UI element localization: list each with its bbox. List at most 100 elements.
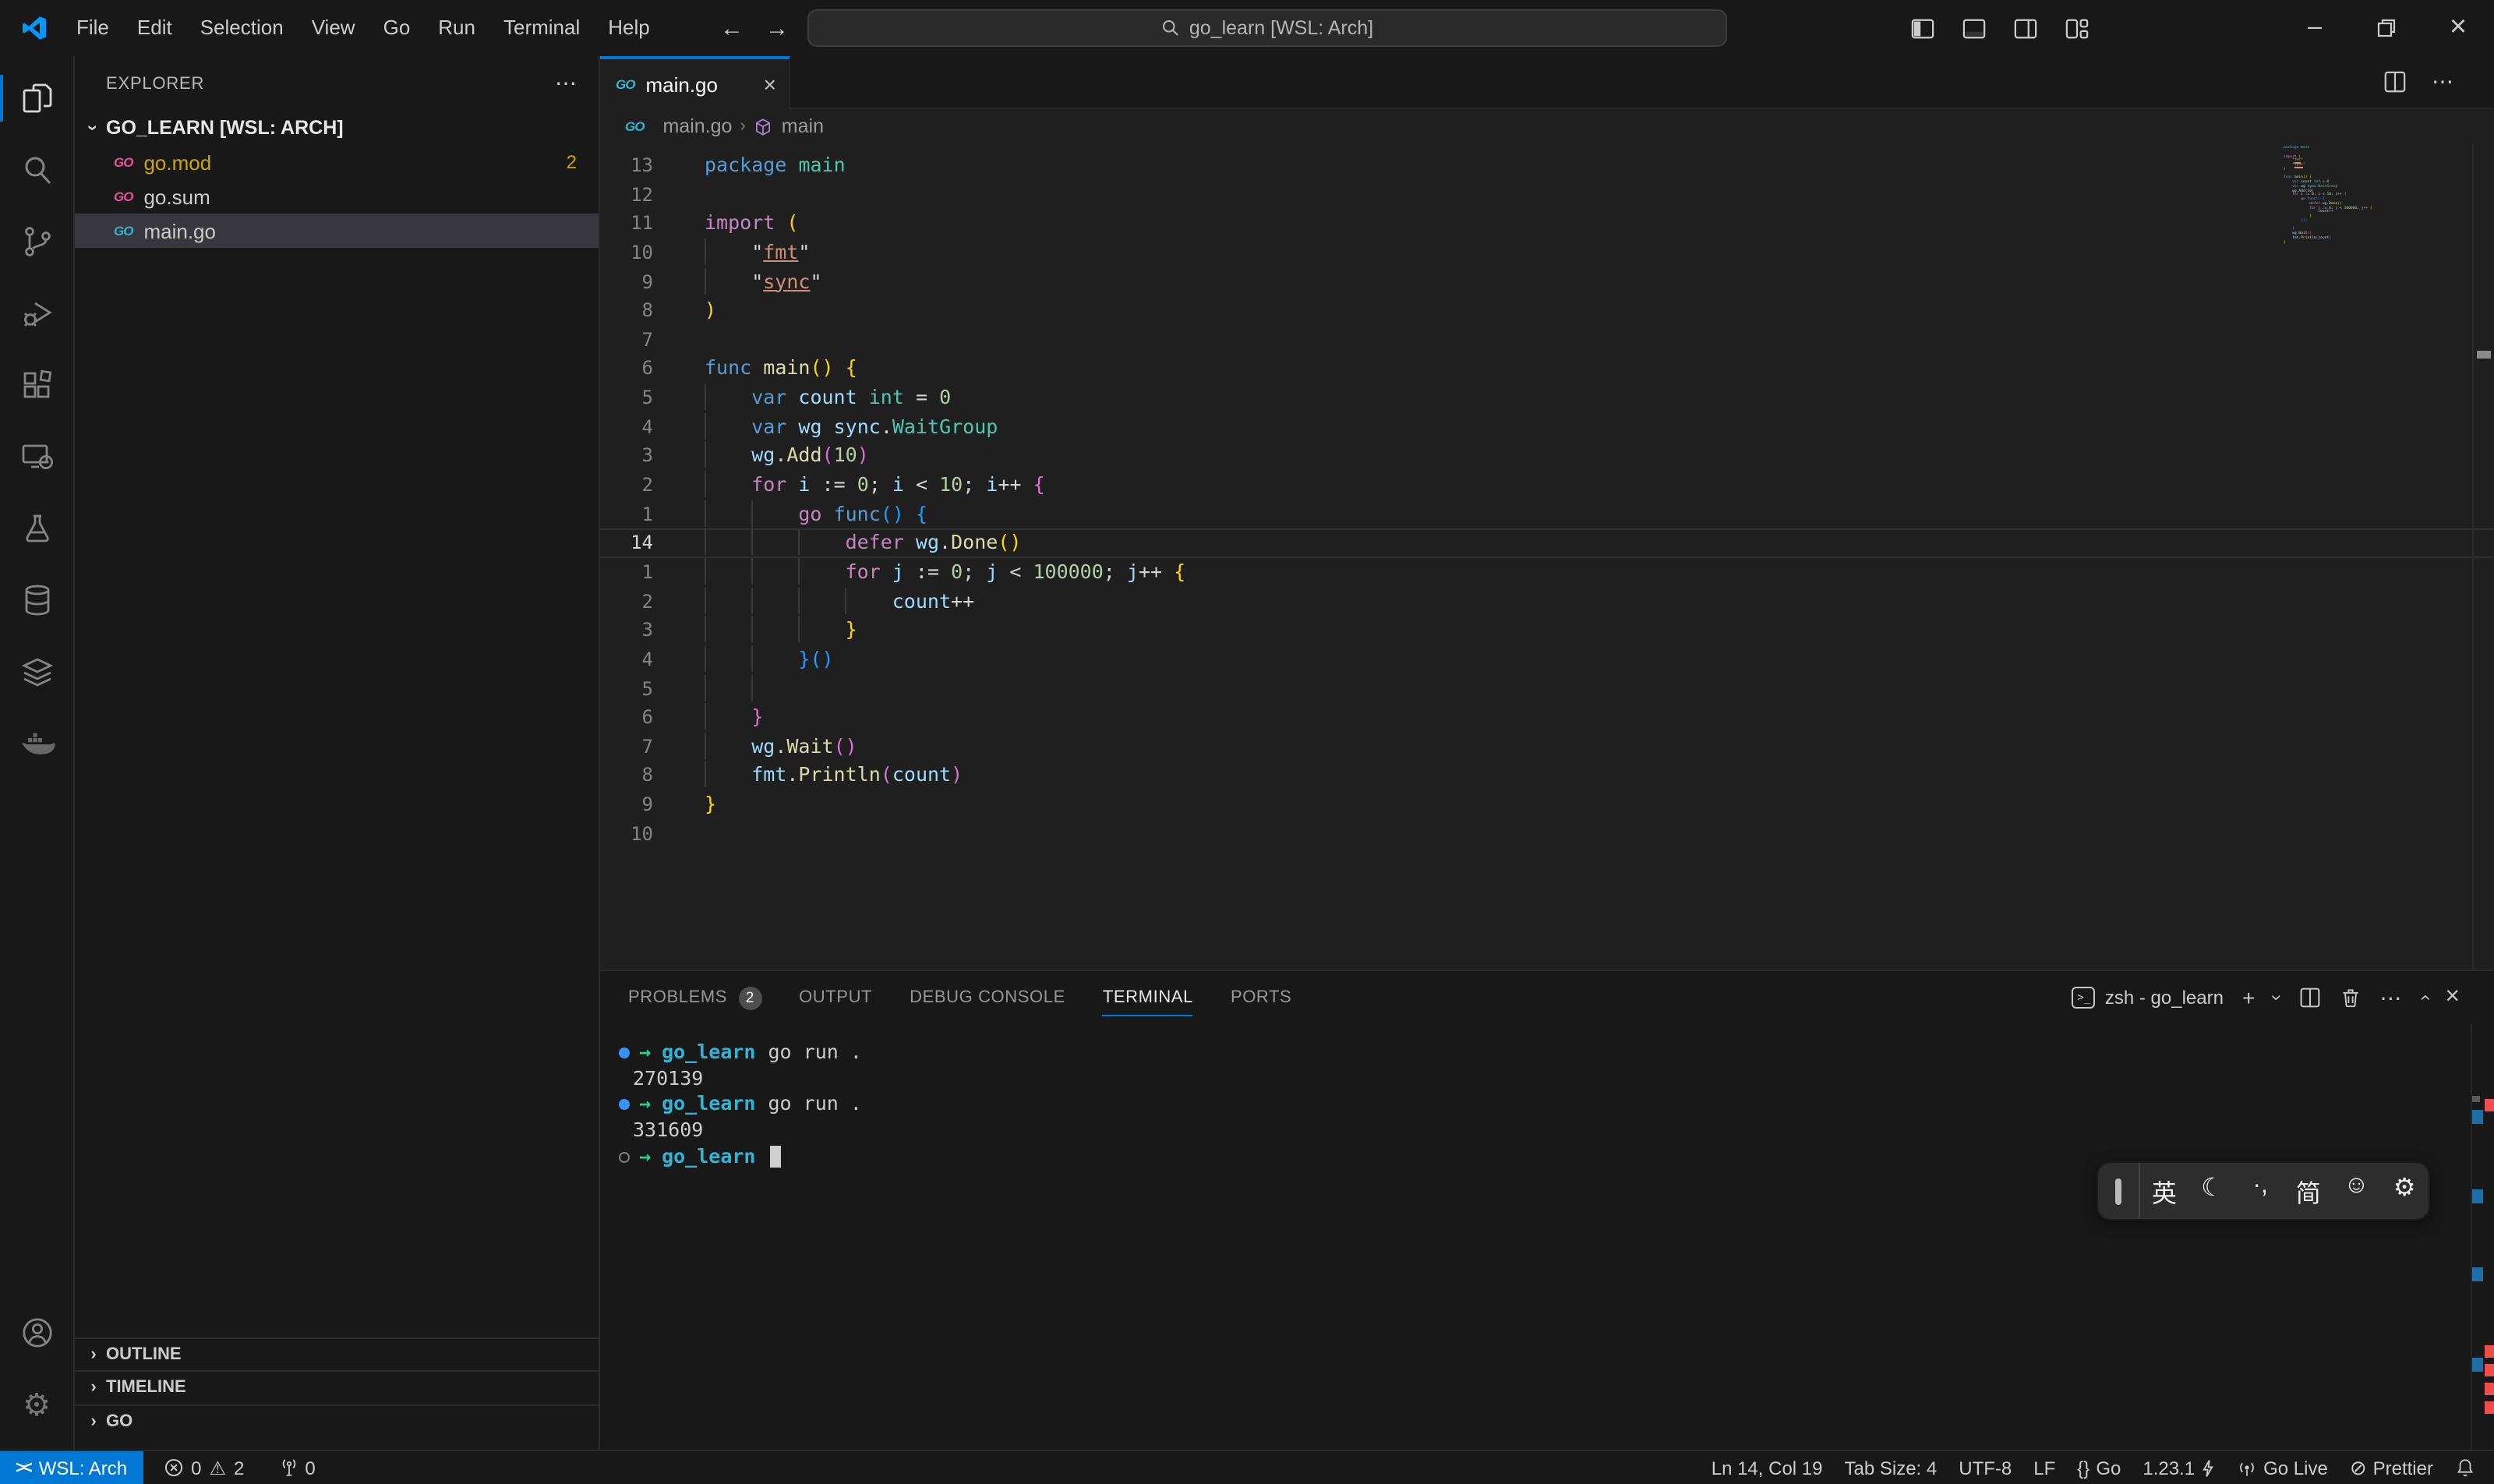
search-sidebar-icon[interactable]: [0, 134, 74, 206]
code-line[interactable]: 7wg.Wait(): [600, 733, 2494, 761]
layers-icon[interactable]: [0, 636, 74, 708]
code-line[interactable]: 9"sync": [600, 267, 2494, 296]
extensions-icon[interactable]: [0, 349, 74, 421]
prettier-status[interactable]: ⊘ Prettier: [2339, 1455, 2444, 1480]
command-decoration-icon[interactable]: [619, 1099, 630, 1110]
panel-tab-problems[interactable]: PROBLEMS2: [628, 971, 761, 1024]
code-line[interactable]: 3}: [600, 617, 2494, 645]
minimize-button[interactable]: –: [2279, 0, 2351, 56]
ime-emoji-icon[interactable]: ☺: [2333, 1172, 2381, 1210]
terminal-output[interactable]: →go_learngo run .270139→go_learngo run .…: [600, 1024, 2494, 1170]
terminal-dropdown-icon[interactable]: ›: [2266, 995, 2287, 1001]
close-panel-icon[interactable]: ×: [2445, 984, 2460, 1012]
editor-overview-ruler[interactable]: [2472, 143, 2494, 970]
panel-tab-output[interactable]: OUTPUT: [799, 971, 872, 1024]
kill-terminal-trash-icon[interactable]: [2339, 987, 2361, 1009]
menu-help[interactable]: Help: [594, 0, 664, 56]
back-arrow-icon[interactable]: ←: [720, 15, 744, 41]
restore-button[interactable]: [2351, 0, 2422, 56]
panel-tab-ports[interactable]: PORTS: [1231, 971, 1291, 1024]
split-editor-icon[interactable]: [2383, 70, 2407, 94]
file-item-go.mod[interactable]: GOgo.mod2: [75, 145, 599, 179]
source-control-icon[interactable]: [0, 206, 74, 277]
code-line[interactable]: 4}(): [600, 645, 2494, 674]
panel-tab-debug-console[interactable]: DEBUG CONSOLE: [910, 971, 1065, 1024]
accounts-icon[interactable]: [0, 1297, 74, 1369]
split-terminal-icon[interactable]: [2298, 987, 2320, 1009]
vscode-logo-icon[interactable]: [22, 16, 47, 41]
menu-terminal[interactable]: Terminal: [489, 0, 594, 56]
run-debug-icon[interactable]: [0, 277, 74, 349]
code-line[interactable]: 13package main: [600, 151, 2494, 180]
command-decoration-icon[interactable]: [619, 1151, 630, 1162]
code-editor[interactable]: 13package main1211import (10"fmt"9"sync"…: [600, 143, 2494, 970]
eol-sequence[interactable]: LF: [2022, 1457, 2066, 1479]
problems-status[interactable]: 0 ⚠ 2: [152, 1451, 255, 1484]
sidebar-more-actions-icon[interactable]: ⋯: [555, 70, 577, 97]
forward-arrow-icon[interactable]: →: [765, 15, 789, 41]
command-center-search[interactable]: go_learn [WSL: Arch]: [807, 9, 1727, 47]
code-line[interactable]: 5var count int = 0: [600, 383, 2494, 412]
code-line[interactable]: 8): [600, 296, 2494, 325]
cursor-position[interactable]: Ln 14, Col 19: [1701, 1457, 1834, 1479]
toggle-secondary-sidebar-icon[interactable]: [2014, 16, 2037, 40]
ime-punctuation-icon[interactable]: ·,: [2236, 1172, 2284, 1210]
code-line[interactable]: 3wg.Add(10): [600, 442, 2494, 471]
code-line[interactable]: 10"fmt": [600, 238, 2494, 267]
panel-collapse-icon[interactable]: ›: [2412, 995, 2434, 1001]
ime-english-mode[interactable]: 英: [2140, 1172, 2188, 1210]
notifications-bell[interactable]: [2444, 1458, 2478, 1478]
ime-settings-gear-icon[interactable]: ⚙: [2380, 1172, 2429, 1210]
workspace-root-folder[interactable]: › GO_LEARN [WSL: ARCH]: [75, 111, 599, 145]
breadcrumb[interactable]: GO main.go › main: [600, 109, 2494, 143]
go-live-button[interactable]: Go Live: [2226, 1457, 2339, 1479]
command-decoration-icon[interactable]: [619, 1048, 630, 1058]
code-line[interactable]: 2count++: [600, 587, 2494, 616]
code-line[interactable]: 1for j := 0; j < 100000; j++ {: [600, 558, 2494, 587]
code-line[interactable]: 14defer wg.Done(): [600, 529, 2494, 558]
code-line[interactable]: 7: [600, 326, 2494, 355]
menu-run[interactable]: Run: [424, 0, 489, 56]
code-line[interactable]: 2for i := 0; i < 10; i++ {: [600, 471, 2494, 500]
section-timeline[interactable]: ›TIMELINE: [75, 1370, 599, 1404]
code-line[interactable]: 11import (: [600, 210, 2494, 238]
close-window-button[interactable]: ×: [2422, 0, 2494, 56]
section-outline[interactable]: ›OUTLINE: [75, 1337, 599, 1370]
indentation[interactable]: Tab Size: 4: [1834, 1457, 1948, 1479]
terminal-scrollbar[interactable]: [2471, 1024, 2494, 1450]
code-line[interactable]: 4var wg sync.WaitGroup: [600, 413, 2494, 442]
code-line[interactable]: 9}: [600, 790, 2494, 819]
editor-more-actions-icon[interactable]: ⋯: [2432, 69, 2453, 95]
toggle-sidebar-icon[interactable]: [1911, 16, 1934, 40]
tab-close-icon[interactable]: ×: [764, 72, 776, 97]
code-line[interactable]: 5: [600, 674, 2494, 703]
file-item-go.sum[interactable]: GOgo.sum: [75, 179, 599, 214]
ports-status[interactable]: 0: [267, 1451, 326, 1484]
code-line[interactable]: 6}: [600, 703, 2494, 732]
code-line[interactable]: 10: [600, 819, 2494, 848]
explorer-icon[interactable]: [0, 62, 74, 134]
terminal-instance-chip[interactable]: >_ zsh - go_learn: [2072, 987, 2224, 1009]
section-go[interactable]: ›GO: [75, 1404, 599, 1437]
file-item-main.go[interactable]: GOmain.go: [75, 214, 599, 248]
docker-icon[interactable]: [0, 708, 74, 779]
ime-simplified-mode[interactable]: 简: [2284, 1172, 2333, 1210]
breadcrumb-file[interactable]: main.go: [662, 115, 732, 137]
database-icon[interactable]: [0, 564, 74, 636]
menu-edit[interactable]: Edit: [123, 0, 186, 56]
menu-file[interactable]: File: [62, 0, 123, 56]
ime-moon-icon[interactable]: ☾: [2188, 1172, 2237, 1210]
go-version[interactable]: 1.23.1: [2132, 1457, 2226, 1479]
breadcrumb-symbol[interactable]: main: [782, 115, 824, 137]
code-line[interactable]: 8fmt.Println(count): [600, 761, 2494, 790]
new-terminal-icon[interactable]: +: [2242, 985, 2255, 1010]
language-mode[interactable]: {} Go: [2066, 1457, 2132, 1479]
code-line[interactable]: 1go func() {: [600, 500, 2494, 528]
menu-go[interactable]: Go: [369, 0, 425, 56]
tab-main-go[interactable]: GO main.go ×: [600, 56, 790, 109]
settings-gear-icon[interactable]: ⚙: [0, 1369, 74, 1440]
toggle-panel-icon[interactable]: [1962, 16, 1986, 40]
panel-tab-terminal[interactable]: TERMINAL: [1103, 971, 1193, 1024]
code-line[interactable]: 6func main() {: [600, 355, 2494, 383]
code-line[interactable]: 12: [600, 180, 2494, 209]
